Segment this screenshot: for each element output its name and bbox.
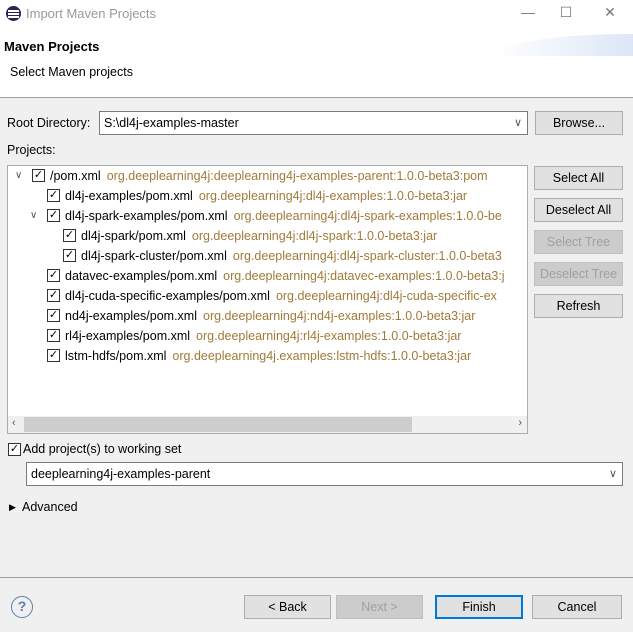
next-button[interactable]: Next >	[336, 595, 423, 619]
tree-row[interactable]: ✓ dl4j-spark/pom.xml org.deeplearning4j:dl…	[8, 226, 527, 246]
project-entry: lstm-hdfs/pom.xml org.deeplearning4j.exam…	[65, 346, 471, 366]
project-checkbox[interactable]: ✓	[47, 289, 60, 302]
project-entry: dl4j-spark/pom.xml org.deeplearning4j:dl4…	[81, 226, 437, 246]
project-checkbox[interactable]: ✓	[63, 249, 76, 262]
banner-graphic	[493, 34, 633, 56]
chevron-down-icon[interactable]: ∨	[30, 206, 37, 226]
project-path: nd4j-examples/pom.xml	[65, 309, 197, 323]
project-path: datavec-examples/pom.xml	[65, 269, 218, 283]
eclipse-icon	[6, 6, 21, 21]
browse-button[interactable]: Browse...	[535, 111, 623, 135]
project-entry: datavec-examples/pom.xml org.deeplearning…	[65, 266, 505, 286]
footer-divider	[0, 577, 633, 578]
root-directory-value: S:\dl4j-examples-master	[104, 116, 239, 130]
tree-row[interactable]: ✓ dl4j-examples/pom.xml org.deeplearning4j…	[8, 186, 527, 206]
chevron-down-icon[interactable]: ∨	[514, 112, 522, 134]
finish-button[interactable]: Finish	[435, 595, 523, 619]
tree-row[interactable]: ✓ datavec-examples/pom.xml org.deeplearnin…	[8, 266, 527, 286]
project-entry: nd4j-examples/pom.xml org.deeplearning4j:…	[65, 306, 475, 326]
root-directory-label: Root Directory:	[7, 116, 91, 130]
working-set-label: Add project(s) to working set	[23, 442, 182, 456]
root-directory-combo[interactable]: S:\dl4j-examples-master ∨	[99, 111, 528, 135]
project-checkbox[interactable]: ✓	[32, 169, 45, 182]
refresh-button[interactable]: Refresh	[534, 294, 623, 318]
chevron-down-icon[interactable]: ∨	[15, 166, 22, 186]
project-entry: dl4j-cuda-specific-examples/pom.xml org.d…	[65, 286, 497, 306]
project-entry: dl4j-spark-cluster/pom.xml org.deeplearni…	[81, 246, 502, 266]
page-subtitle: Select Maven projects	[10, 65, 133, 79]
project-coordinates: org.deeplearning4j:dl4j-cuda-specific-ex	[275, 289, 497, 303]
project-path: dl4j-cuda-specific-examples/pom.xml	[65, 289, 270, 303]
expand-triangle-icon[interactable]: ▶	[9, 502, 16, 513]
horizontal-scrollbar[interactable]: ‹ ›	[8, 416, 527, 433]
project-checkbox[interactable]: ✓	[47, 209, 60, 222]
project-entry: dl4j-examples/pom.xml org.deeplearning4j:…	[65, 186, 467, 206]
wizard-header: Maven Projects Select Maven projects	[0, 28, 633, 98]
minimize-button[interactable]: —	[518, 4, 538, 20]
project-checkbox[interactable]: ✓	[47, 189, 60, 202]
back-button[interactable]: < Back	[244, 595, 331, 619]
project-path: dl4j-spark-examples/pom.xml	[65, 209, 228, 223]
close-button[interactable]: ✕	[600, 4, 620, 21]
project-checkbox[interactable]: ✓	[47, 309, 60, 322]
project-coordinates: org.deeplearning4j:dl4j-spark-cluster:1.…	[232, 249, 502, 263]
working-set-combo[interactable]: deeplearning4j-examples-parent ∨	[26, 462, 623, 486]
tree-row[interactable]: ∨ ✓ /pom.xml org.deeplearning4j:deeplearnin…	[8, 166, 527, 186]
project-checkbox[interactable]: ✓	[47, 329, 60, 342]
project-checkbox[interactable]: ✓	[47, 349, 60, 362]
deselect-tree-button[interactable]: Deselect Tree	[534, 262, 623, 286]
project-coordinates: org.deeplearning4j:dl4j-spark-examples:1…	[233, 209, 502, 223]
projects-tree[interactable]: ∨ ✓ /pom.xml org.deeplearning4j:deeplearnin…	[7, 165, 528, 434]
project-coordinates: org.deeplearning4j:rl4j-examples:1.0.0-b…	[196, 329, 462, 343]
tree-row[interactable]: ∨ ✓ dl4j-spark-examples/pom.xml org.deeplea…	[8, 206, 527, 226]
project-path: dl4j-examples/pom.xml	[65, 189, 193, 203]
select-tree-button[interactable]: Select Tree	[534, 230, 623, 254]
project-path: dl4j-spark/pom.xml	[81, 229, 186, 243]
cancel-button[interactable]: Cancel	[532, 595, 622, 619]
project-coordinates: org.deeplearning4j:dl4j-examples:1.0.0-b…	[198, 189, 468, 203]
scroll-left-icon[interactable]: ‹	[12, 417, 16, 429]
working-set-checkbox[interactable]: ✓	[8, 443, 21, 456]
tree-row[interactable]: ✓ dl4j-spark-cluster/pom.xml org.deeplearn…	[8, 246, 527, 266]
scrollbar-thumb[interactable]	[24, 417, 412, 432]
project-checkbox[interactable]: ✓	[47, 269, 60, 282]
help-icon[interactable]: ?	[11, 596, 33, 618]
select-all-button[interactable]: Select All	[534, 166, 623, 190]
tree-row[interactable]: ✓ lstm-hdfs/pom.xml org.deeplearning4j.exa…	[8, 346, 527, 366]
project-entry: /pom.xml org.deeplearning4j:deeplearning4…	[50, 166, 488, 186]
scroll-right-icon[interactable]: ›	[518, 417, 522, 429]
chevron-down-icon[interactable]: ∨	[609, 463, 617, 485]
advanced-section-toggle[interactable]: Advanced	[22, 500, 78, 514]
project-coordinates: org.deeplearning4j:nd4j-examples:1.0.0-b…	[203, 309, 476, 323]
project-entry: rl4j-examples/pom.xml org.deeplearning4j:…	[65, 326, 461, 346]
deselect-all-button[interactable]: Deselect All	[534, 198, 623, 222]
tree-row[interactable]: ✓ dl4j-cuda-specific-examples/pom.xml org.…	[8, 286, 527, 306]
window-title: Import Maven Projects	[26, 6, 157, 21]
project-coordinates: org.deeplearning4j:dl4j-spark:1.0.0-beta…	[191, 229, 438, 243]
project-coordinates: org.deeplearning4j.examples:lstm-hdfs:1.…	[172, 349, 472, 363]
maximize-button[interactable]: ☐	[556, 4, 576, 21]
project-checkbox[interactable]: ✓	[63, 229, 76, 242]
tree-row[interactable]: ✓ rl4j-examples/pom.xml org.deeplearning4j…	[8, 326, 527, 346]
project-path: rl4j-examples/pom.xml	[65, 329, 191, 343]
page-title: Maven Projects	[4, 39, 100, 54]
project-path: /pom.xml	[50, 169, 101, 183]
working-set-value: deeplearning4j-examples-parent	[31, 467, 211, 481]
project-path: dl4j-spark-cluster/pom.xml	[81, 249, 227, 263]
title-bar: Import Maven Projects — ☐ ✕	[0, 0, 633, 28]
project-path: lstm-hdfs/pom.xml	[65, 349, 167, 363]
project-coordinates: org.deeplearning4j:deeplearning4j-exampl…	[106, 169, 488, 183]
project-entry: dl4j-spark-examples/pom.xml org.deeplearn…	[65, 206, 502, 226]
project-coordinates: org.deeplearning4j:datavec-examples:1.0.…	[223, 269, 505, 283]
projects-label: Projects:	[7, 143, 56, 157]
tree-row[interactable]: ✓ nd4j-examples/pom.xml org.deeplearning4j…	[8, 306, 527, 326]
